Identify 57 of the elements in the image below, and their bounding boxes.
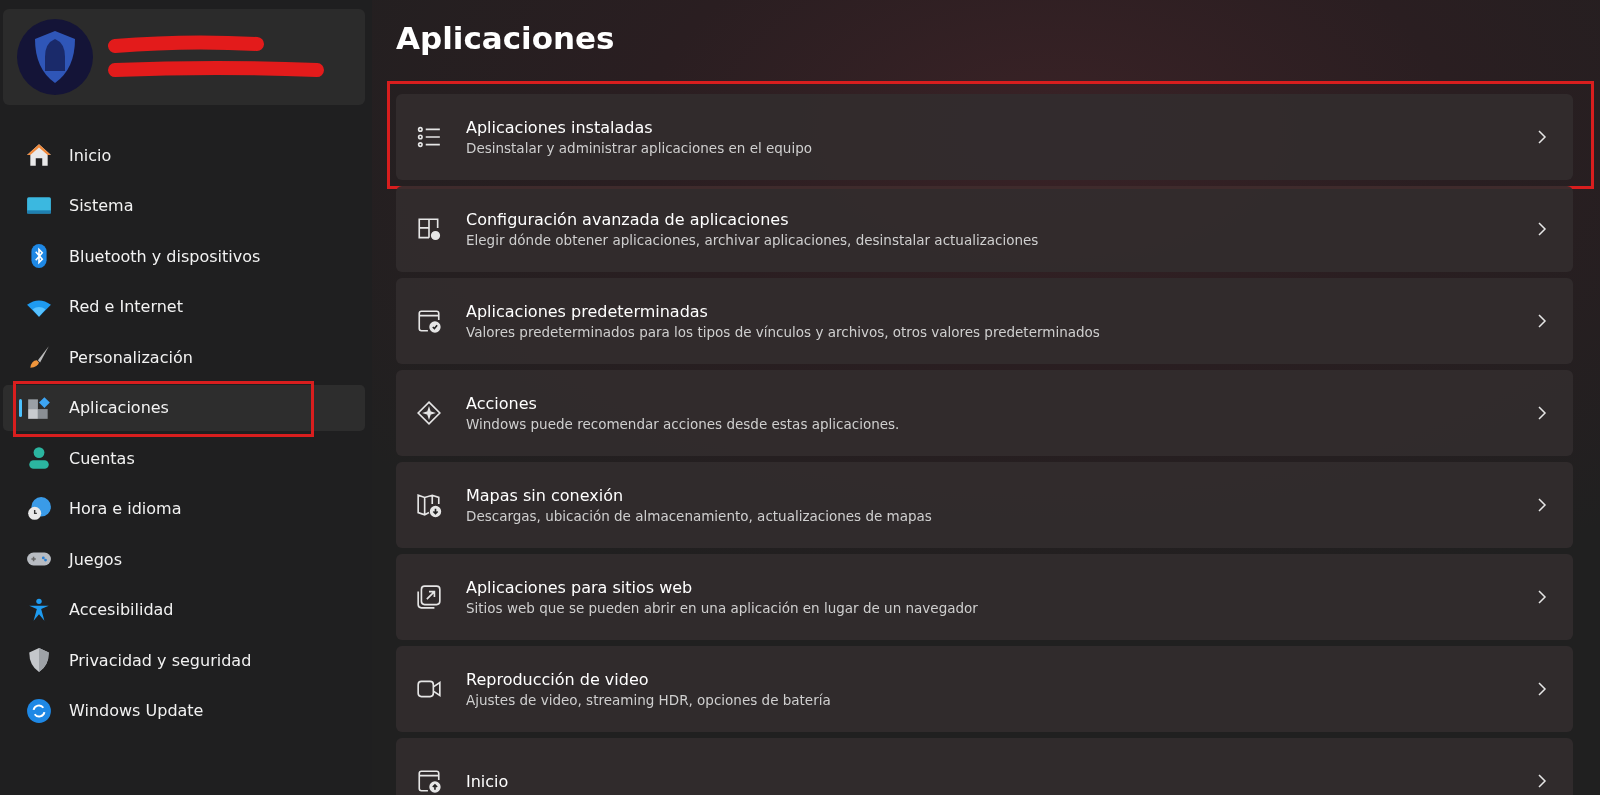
house-icon (26, 142, 52, 168)
row-title: Aplicaciones instaladas (466, 118, 654, 137)
nav-item[interactable]: Personalización (3, 334, 365, 380)
row-title: Reproducción de video (466, 670, 650, 689)
chevron-icon (1535, 774, 1549, 788)
globe-clock-icon (26, 495, 52, 522)
nav-item[interactable]: Juegos (3, 536, 365, 582)
update-icon (26, 697, 52, 724)
row-description: Sitios web que se pueden abrir en una aplicación en lugar de un navegador (466, 600, 979, 616)
settings-row[interactable]: Mapas sin conexión Descargas, ubicación de almacenamiento, actualizaciones de mapas (396, 462, 1573, 548)
chevron-icon (1535, 222, 1549, 236)
person-icon (26, 445, 52, 471)
nav-item[interactable]: Inicio (3, 132, 365, 178)
list-icon (416, 124, 442, 150)
nav-item[interactable]: Windows Update (3, 687, 365, 734)
row-description: Desinstalar y administrar aplicaciones en el equipo (466, 140, 813, 156)
nav-item[interactable]: Privacidad y seguridad (3, 637, 365, 683)
nav-item[interactable]: Cuentas (3, 435, 365, 481)
nav-item[interactable]: Aplicaciones (3, 384, 365, 431)
chevron-icon (1535, 314, 1549, 328)
row-description: Valores predeterminados para los tipos de vínculos y archivos, otros valores predeterminados (466, 324, 1101, 340)
map-download-icon (416, 492, 442, 518)
chevron-icon (1535, 130, 1549, 144)
nav-item[interactable]: Bluetooth y dispositivos (3, 233, 365, 279)
settings-row[interactable]: Inicio (396, 738, 1573, 795)
settings-row[interactable]: Acciones Windows puede recomendar acciones desde estas aplicaciones. (396, 370, 1573, 456)
row-description: Elegir dónde obtener aplicaciones, archivar aplicaciones, desinstalar actualizaciones (466, 232, 1040, 248)
row-description: Ajustes de video, streaming HDR, opciones de batería (466, 692, 832, 708)
row-title: Aplicaciones predeterminadas (466, 302, 709, 321)
chevron-icon (1535, 682, 1549, 696)
shield-icon (26, 647, 52, 673)
row-title: Mapas sin conexión (466, 486, 625, 505)
settings-row[interactable]: Reproducción de video Ajustes de video, streaming HDR, opciones de batería (396, 646, 1573, 732)
window-check-icon (416, 308, 442, 334)
open-window-icon (416, 584, 442, 610)
settings-row[interactable]: Aplicaciones instaladas Desinstalar y administrar aplicaciones en el equipo (396, 94, 1573, 180)
settings-row[interactable]: Aplicaciones predeterminadas Valores predeterminados para los tipos de vínculos y archivos, otros valores predeterminados (396, 278, 1573, 364)
row-description: Descargas, ubicación de almacenamiento, actualizaciones de mapas (466, 508, 933, 524)
profile-card[interactable] (3, 9, 365, 105)
nav-item[interactable]: Hora e idioma (3, 485, 365, 532)
chevron-icon (1535, 590, 1549, 604)
settings-row[interactable]: Configuración avanzada de aplicaciones Elegir dónde obtener aplicaciones, archivar aplicaciones, desinstalar actualizaciones (396, 186, 1573, 272)
row-title: Acciones (466, 394, 538, 413)
row-title: Aplicaciones para sitios web (466, 578, 694, 597)
window-arrow-icon (416, 768, 442, 794)
chevron-icon (1535, 406, 1549, 420)
nav-item[interactable]: Sistema (3, 182, 365, 229)
settings-row[interactable]: Aplicaciones para sitios web Sitios web que se pueden abrir en una aplicación en lugar de un navegador (396, 554, 1573, 640)
chevron-icon (1535, 498, 1549, 512)
diamond-sparkle-icon (416, 400, 442, 426)
nav-item[interactable]: Accesibilidad (3, 586, 365, 633)
row-title: Configuración avanzada de aplicaciones (466, 210, 790, 229)
nav-item[interactable]: Red e Internet (3, 283, 365, 330)
page-title: Aplicaciones (396, 20, 616, 56)
row-title: Inicio (466, 771, 510, 791)
apps-icon (26, 394, 52, 421)
row-description: Windows puede recomendar acciones desde estas aplicaciones. (466, 416, 901, 432)
